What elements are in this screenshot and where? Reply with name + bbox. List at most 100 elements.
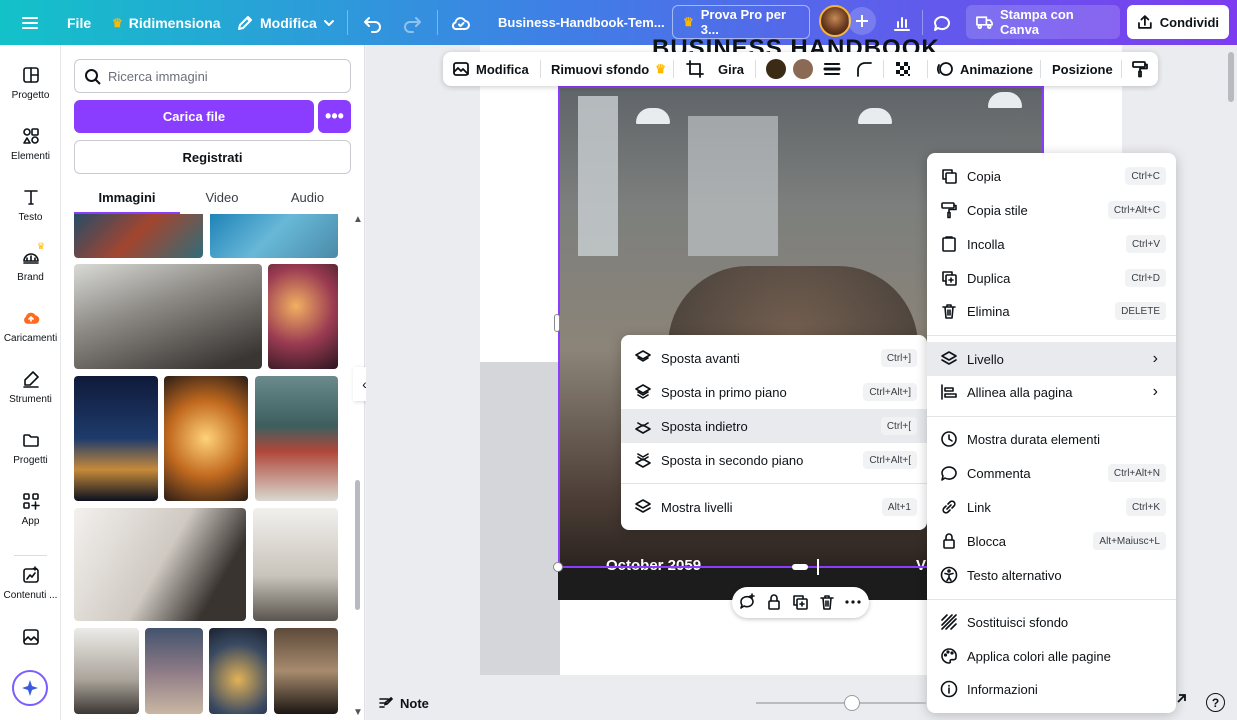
crop-button[interactable]	[686, 52, 704, 86]
menu-item-show-timing[interactable]: Mostra durata elementi	[927, 422, 1176, 456]
menu-item-send-backward[interactable]: Sposta indietro Ctrl+[	[621, 409, 927, 443]
image-thumbnail[interactable]	[210, 214, 338, 258]
copy-style-button[interactable]	[1131, 52, 1149, 86]
pro-trial-button[interactable]: ♛ Prova Pro per 3...	[672, 5, 810, 39]
image-thumbnail[interactable]	[268, 264, 338, 369]
link-icon	[942, 500, 956, 514]
print-button[interactable]: Stampa con Canva	[966, 5, 1120, 39]
search-input[interactable]: Ricerca immagini	[74, 59, 351, 93]
menu-item-comment[interactable]: Commenta Ctrl+Alt+N	[927, 456, 1176, 490]
menu-item-bring-to-front[interactable]: Sposta in primo piano Ctrl+Alt+]	[621, 375, 927, 409]
menu-item-layer[interactable]: Livello ›	[927, 342, 1176, 376]
menu-item-replace-background[interactable]: Sostituisci sfondo	[927, 605, 1176, 639]
side-handle[interactable]	[554, 314, 560, 332]
image-thumbnail[interactable]	[253, 508, 338, 621]
transparency-button[interactable]	[894, 52, 912, 86]
menu-item-delete[interactable]: Elimina DELETE	[927, 294, 1176, 328]
menu-item-alt-text[interactable]: Testo alternativo	[927, 558, 1176, 592]
corner-text[interactable]: V	[916, 557, 926, 574]
menu-item-lock[interactable]: Blocca Alt+Maiusc+L	[927, 524, 1176, 558]
panel-scrollbar[interactable]	[355, 480, 360, 610]
rail-item-uploads[interactable]: Caricamenti	[0, 308, 61, 344]
notes-button[interactable]: Note	[378, 695, 429, 711]
edit-mode-button[interactable]: Modifica	[236, 0, 335, 45]
help-button[interactable]: ?	[1206, 693, 1225, 712]
color-swatch-dark[interactable]	[766, 59, 786, 79]
file-menu[interactable]: File	[67, 0, 91, 45]
fullscreen-button[interactable]	[1174, 693, 1186, 711]
rail-item-elements[interactable]: Elementi	[0, 126, 61, 162]
zoom-slider-thumb[interactable]	[844, 695, 860, 711]
menu-item-apply-colors[interactable]: Applica colori alle pagine	[927, 639, 1176, 673]
cloud-save-button[interactable]	[451, 0, 471, 45]
image-thumbnail[interactable]	[209, 628, 267, 714]
more-options-button[interactable]: •••	[318, 100, 351, 133]
gray-shape[interactable]	[480, 362, 560, 675]
rail-item-apps[interactable]: App	[0, 491, 61, 527]
resize-button[interactable]: ♛ Ridimensiona	[112, 0, 221, 45]
image-thumbnail[interactable]	[255, 376, 338, 501]
edit-image-button[interactable]: Modifica	[452, 52, 529, 86]
rail-item-project[interactable]: Progetto	[0, 65, 61, 101]
scroll-down-icon[interactable]: ▼	[353, 707, 363, 718]
avatar[interactable]	[819, 5, 851, 37]
rail-item-tools[interactable]: Strumenti	[0, 369, 61, 405]
upload-files-button[interactable]: Carica file	[74, 100, 314, 133]
menu-icon[interactable]	[20, 0, 40, 45]
lock-button[interactable]	[765, 593, 783, 616]
flip-button[interactable]: Gira	[718, 52, 744, 86]
date-text[interactable]: October 2059	[606, 557, 701, 574]
menu-item-align-page[interactable]: Allinea alla pagina ›	[927, 375, 1176, 409]
resize-handle[interactable]	[553, 562, 563, 572]
canvas-scrollbar[interactable]	[1228, 52, 1234, 102]
image-thumbnail[interactable]	[145, 628, 203, 714]
menu-item-bring-forward[interactable]: Sposta avanti Ctrl+]	[621, 341, 927, 375]
menu-item-copy[interactable]: Copia Ctrl+C	[927, 159, 1176, 193]
duplicate-button[interactable]	[791, 593, 809, 616]
delete-button[interactable]	[818, 593, 836, 616]
image-thumbnail[interactable]	[74, 628, 139, 714]
tab-images[interactable]: Immagini	[74, 190, 180, 212]
scroll-up-icon[interactable]: ▲	[353, 214, 363, 225]
image-thumbnail[interactable]	[74, 508, 246, 621]
more-button[interactable]	[844, 593, 862, 616]
border-style-button[interactable]	[823, 52, 841, 86]
image-thumbnail[interactable]	[164, 376, 248, 501]
menu-item-link[interactable]: Link Ctrl+K	[927, 490, 1176, 524]
image-thumbnail[interactable]	[274, 628, 338, 714]
position-button[interactable]: Posizione	[1052, 52, 1113, 86]
text-icon	[23, 190, 38, 205]
redo-button[interactable]	[402, 0, 422, 45]
search-placeholder: Ricerca immagini	[108, 68, 208, 84]
magic-assistant-button[interactable]	[12, 670, 48, 706]
image-thumbnail[interactable]	[74, 214, 203, 258]
image-thumbnail[interactable]	[74, 376, 158, 501]
image-thumbnail[interactable]	[74, 264, 262, 369]
menu-item-duplicate[interactable]: Duplica Ctrl+D	[927, 261, 1176, 295]
share-button[interactable]: Condividi	[1127, 5, 1229, 39]
tab-video[interactable]: Video	[180, 190, 264, 212]
bottom-handle[interactable]	[792, 564, 808, 570]
menu-item-paste[interactable]: Incolla Ctrl+V	[927, 227, 1176, 261]
zoom-slider-track[interactable]	[756, 702, 926, 704]
invite-button[interactable]	[848, 7, 876, 35]
tab-audio[interactable]: Audio	[264, 190, 351, 212]
rail-item-projects[interactable]: Progetti	[0, 430, 61, 466]
record-button[interactable]: Registrati	[74, 140, 351, 174]
page-title-text[interactable]: BUSINESS HANDBOOK	[652, 36, 940, 52]
remove-background-button[interactable]: Rimuovi sfondo ♛	[551, 52, 666, 86]
animate-button[interactable]: Animazione	[936, 52, 1033, 86]
menu-item-copy-style[interactable]: Copia stile Ctrl+Alt+C	[927, 193, 1176, 227]
color-swatch-brown[interactable]	[793, 59, 813, 79]
rail-item-brand[interactable]: Brand ♛	[0, 241, 61, 283]
menu-item-send-to-back[interactable]: Sposta in secondo piano Ctrl+Alt+[	[621, 443, 927, 477]
rail-item-magic-media[interactable]: Contenuti ...	[0, 565, 61, 601]
undo-button[interactable]	[363, 0, 383, 45]
lamp-shape	[858, 108, 892, 124]
menu-item-show-layers[interactable]: Mostra livelli Alt+1	[621, 490, 927, 524]
rail-item-photos[interactable]	[0, 627, 61, 652]
corner-rounding-button[interactable]	[855, 52, 873, 86]
rail-item-text[interactable]: Testo	[0, 187, 61, 223]
comment-add-button[interactable]	[738, 593, 756, 616]
document-title[interactable]: Business-Handbook-Tem...	[498, 0, 665, 45]
